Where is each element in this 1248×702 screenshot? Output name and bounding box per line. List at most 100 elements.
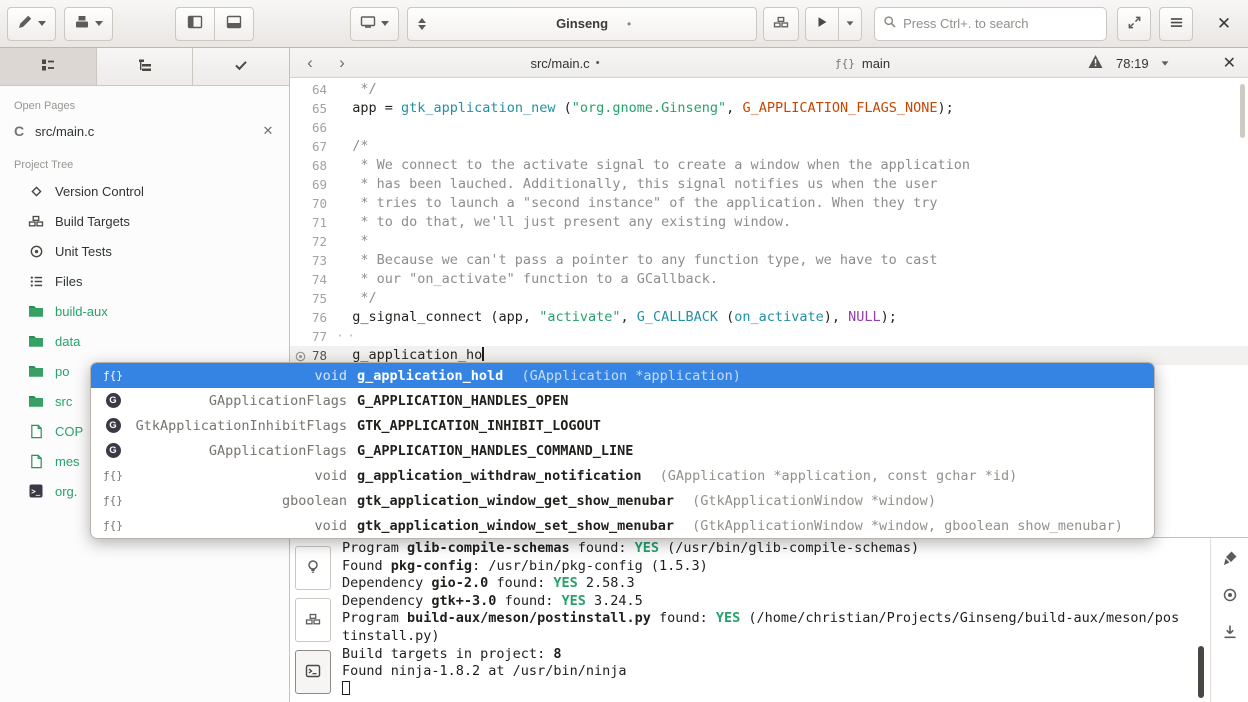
build-profile-button[interactable] [64,7,113,41]
run-button[interactable] [805,7,839,41]
close-editor-button[interactable]: ✕ [1223,53,1236,73]
panel-tab-messages[interactable] [295,546,331,590]
code-line-72[interactable]: 72 * [290,232,1248,251]
close-icon: ✕ [1217,14,1231,34]
code-segment: G_APPLICATION_FLAGS_NONE [742,100,937,116]
code-line-73[interactable]: 73 * Because we can't pass a pointer to … [290,251,1248,270]
tree-item-unit-tests[interactable]: Unit Tests [0,236,289,266]
build-output[interactable]: Program glib-compile-schemas found: YES … [336,538,1210,702]
code-segment: ( [555,100,571,116]
code-line-75[interactable]: 75 */ [290,289,1248,308]
code-line-64[interactable]: 64 */ [290,80,1248,99]
file-item-build-aux[interactable]: build-aux [0,296,289,326]
global-search[interactable] [874,7,1107,41]
completion-row[interactable]: ƒ{}voidg_application_withdraw_notificati… [91,463,1154,488]
completion-name: g_application_withdraw_notification [357,468,641,484]
nav-back-button[interactable]: ‹ [298,51,322,75]
menu-button[interactable] [1159,7,1193,41]
tree-item-files[interactable]: Files [0,266,289,296]
c-language-icon: C [12,123,26,139]
completion-name: gtk_application_window_get_show_menubar [357,493,674,509]
omnibar-status-dot: • [627,17,631,31]
tree-item-version-control[interactable]: Version Control [0,176,289,206]
function-icon: ƒ{} [103,519,123,532]
sidebar-tab-todo[interactable] [193,48,289,85]
completion-return-type: GApplicationFlags [135,443,347,459]
open-page-row[interactable]: C src/main.c ✕ [0,117,289,145]
code-line-76[interactable]: 76 g_signal_connect (app, "activate", G_… [290,308,1248,327]
file-item-label: build-aux [55,304,108,319]
completion-return-type: void [135,518,347,534]
tree-item-build-targets[interactable]: Build Targets [0,206,289,236]
completion-row[interactable]: GGApplicationFlagsG_APPLICATION_HANDLES_… [91,438,1154,463]
open-page-filename: src/main.c [35,124,250,139]
chevron-down-icon[interactable] [1161,61,1168,65]
display-icon [360,14,376,33]
search-icon [883,15,897,32]
panel-tab-build[interactable] [295,598,331,642]
target-button[interactable] [1222,587,1238,606]
function-icon: ƒ{} [103,494,123,507]
output-segment: gtk+-3.0 [431,593,496,609]
function-icon: ƒ{} [103,469,123,482]
panel-tab-build-output[interactable] [295,650,331,694]
close-icon: ✕ [1223,55,1236,72]
editor-scrollbar[interactable] [1240,84,1245,138]
window-close-button[interactable]: ✕ [1207,7,1241,41]
enum-icon: G [106,443,121,458]
close-page-button[interactable]: ✕ [259,123,277,139]
line-number: 76 [290,308,336,327]
code-segment [336,347,352,363]
output-segment: : /usr/bin/pkg-config (1.5.3) [472,558,708,574]
completion-row[interactable]: GGApplicationFlagsG_APPLICATION_HANDLES_… [91,388,1154,413]
warnings-button[interactable] [1087,54,1104,72]
output-segment: gio-2.0 [431,575,488,591]
search-input[interactable] [903,16,1098,31]
output-segment: Build targets in project: [342,646,553,662]
fullscreen-button[interactable] [1117,7,1151,41]
output-segment: Found ninja-1.8.2 at /usr/bin/ninja [342,663,626,679]
omnibar[interactable]: Ginseng • [407,7,757,41]
clear-output-button[interactable] [1222,550,1238,569]
output-segment: Program [342,610,407,626]
completion-row[interactable]: GGtkApplicationInhibitFlagsGTK_APPLICATI… [91,413,1154,438]
line-number: 68 [290,156,336,175]
completion-row[interactable]: ƒ{}voidg_application_hold (GApplication … [91,363,1154,388]
cursor-position[interactable]: 78:19 [1116,56,1149,71]
build-button[interactable] [763,7,799,41]
code-segment: app = [336,100,401,116]
line-number: 77 [290,327,336,346]
output-segment: 3.24.5 [586,593,643,609]
code-text: ·· [336,327,358,346]
device-selector-button[interactable] [350,7,399,41]
output-segment: found: [570,540,635,556]
completion-row[interactable]: ƒ{}gbooleangtk_application_window_get_sh… [91,488,1154,513]
file-item-data[interactable]: data [0,326,289,356]
build-targets-icon [28,213,44,229]
sidebar-tab-pages[interactable] [0,48,97,85]
toggle-bottom-panel-button[interactable] [214,7,254,41]
code-line-67[interactable]: 67 /* [290,137,1248,156]
completion-row[interactable]: ƒ{}voidgtk_application_window_set_show_m… [91,513,1154,538]
chevron-down-icon [95,21,103,26]
code-line-77[interactable]: 77·· [290,327,1248,346]
save-log-button[interactable] [1222,624,1238,643]
nav-forward-button[interactable]: › [330,51,354,75]
code-line-66[interactable]: 66 [290,118,1248,137]
sidebar-tab-tree[interactable] [97,48,194,85]
code-line-74[interactable]: 74 * our "on_activate" function to a GCa… [290,270,1248,289]
terminal-icon [305,663,321,682]
code-line-68[interactable]: 68 * We connect to the activate signal t… [290,156,1248,175]
code-line-69[interactable]: 69 * has been lauched. Additionally, thi… [290,175,1248,194]
output-segment: YES [553,575,577,591]
symbol-picker[interactable]: ƒ{} main [835,48,890,78]
output-line: Found pkg-config: /usr/bin/pkg-config (1… [342,558,1204,576]
code-line-65[interactable]: 65 app = gtk_application_new ("org.gnome… [290,99,1248,118]
code-segment: ); [881,309,897,325]
code-line-70[interactable]: 70 * tries to launch a "second instance"… [290,194,1248,213]
code-line-71[interactable]: 71 * to do that, we'll just present any … [290,213,1248,232]
output-scrollbar[interactable] [1198,646,1204,698]
run-options-button[interactable] [838,7,862,41]
toggle-left-panel-button[interactable] [175,7,215,41]
editor-surface-button[interactable] [7,7,56,41]
